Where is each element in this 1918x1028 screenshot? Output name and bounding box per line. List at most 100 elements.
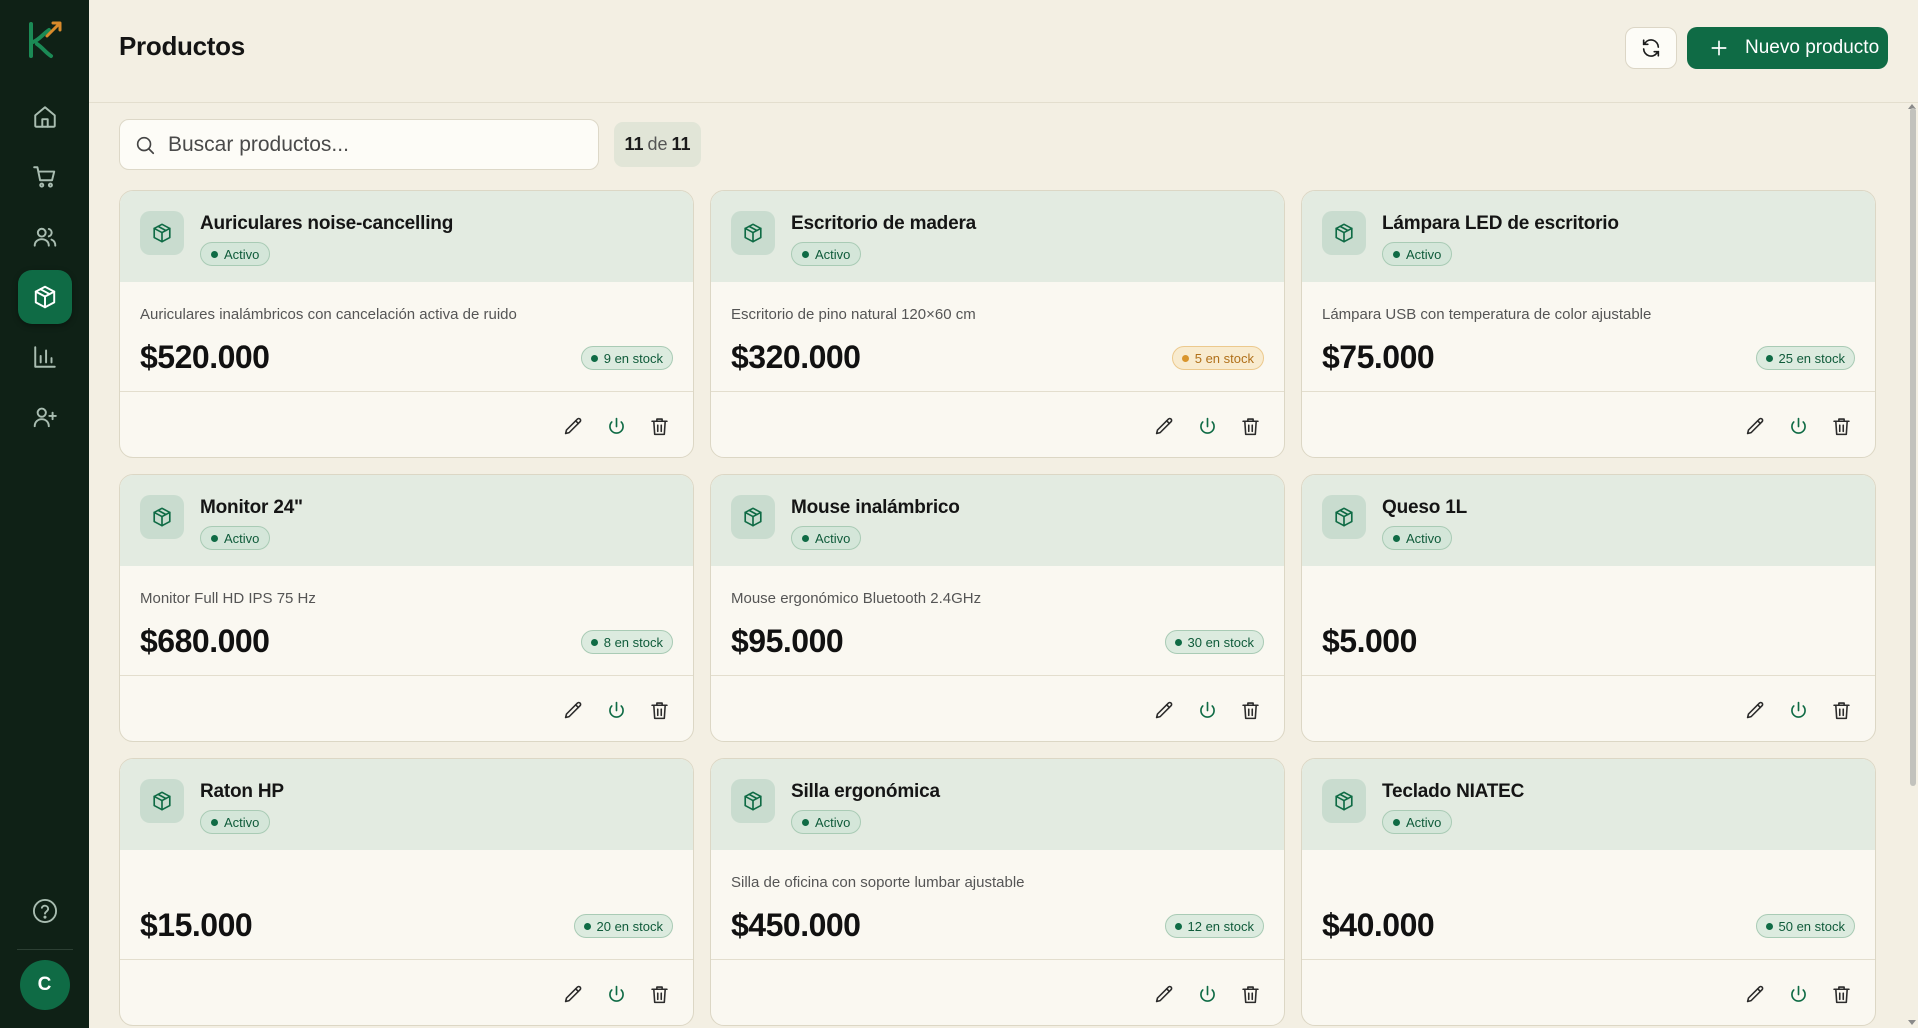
delete-button[interactable] xyxy=(1239,415,1262,438)
product-icon-tile xyxy=(1322,495,1366,539)
toggle-active-button[interactable] xyxy=(605,699,628,722)
status-dot xyxy=(802,534,809,542)
pencil-icon xyxy=(564,701,582,719)
sidebar-item-add-user[interactable] xyxy=(18,390,72,444)
product-card: Escritorio de madera Activo Escritorio d… xyxy=(710,190,1285,458)
scroll-down-arrow[interactable] xyxy=(1908,1020,1916,1025)
box-icon xyxy=(153,507,171,527)
status-dot xyxy=(1393,534,1400,542)
delete-button[interactable] xyxy=(1239,699,1262,722)
card-actions xyxy=(562,699,671,722)
edit-button[interactable] xyxy=(562,699,585,722)
delete-button[interactable] xyxy=(1830,699,1853,722)
power-icon xyxy=(1791,417,1806,434)
power-icon xyxy=(609,417,624,434)
stock-label: 20 en stock xyxy=(596,918,664,934)
count-separator: de xyxy=(647,134,668,154)
status-label: Activo xyxy=(224,246,260,262)
product-icon-tile xyxy=(731,495,775,539)
edit-button[interactable] xyxy=(1153,415,1176,438)
power-icon xyxy=(1791,985,1806,1002)
box-icon xyxy=(744,791,762,811)
power-icon xyxy=(1200,701,1215,718)
status-label: Activo xyxy=(815,530,851,546)
product-description: Lámpara USB con temperatura de color aju… xyxy=(1322,306,1652,323)
product-icon-tile xyxy=(1322,211,1366,255)
stock-badge: 5 en stock xyxy=(1171,346,1264,370)
stock-label: 25 en stock xyxy=(1778,350,1846,366)
toggle-active-button[interactable] xyxy=(1787,699,1810,722)
stock-badge: 12 en stock xyxy=(1164,914,1264,938)
avatar[interactable]: C xyxy=(19,960,70,1010)
delete-button[interactable] xyxy=(648,983,671,1006)
delete-button[interactable] xyxy=(648,699,671,722)
toggle-active-button[interactable] xyxy=(1196,983,1219,1006)
edit-button[interactable] xyxy=(1744,699,1767,722)
trash-icon xyxy=(1242,418,1259,436)
edit-button[interactable] xyxy=(562,983,585,1006)
status-badge: Activo xyxy=(791,526,862,550)
status-badge: Activo xyxy=(1382,810,1453,834)
product-card: Queso 1L Activo $5.000 xyxy=(1301,474,1876,742)
stock-dot xyxy=(1174,638,1182,646)
card-divider xyxy=(711,675,1284,676)
product-card-header: Escritorio de madera Activo xyxy=(711,191,1284,282)
sidebar-item-reports[interactable] xyxy=(18,330,72,384)
plus-icon xyxy=(1711,40,1727,56)
power-icon xyxy=(609,985,624,1002)
toggle-active-button[interactable] xyxy=(605,415,628,438)
edit-button[interactable] xyxy=(1153,983,1176,1006)
edit-button[interactable] xyxy=(1153,699,1176,722)
product-description: Mouse ergonómico Bluetooth 2.4GHz xyxy=(731,590,982,607)
toggle-active-button[interactable] xyxy=(1196,699,1219,722)
toggle-active-button[interactable] xyxy=(1787,415,1810,438)
pencil-icon xyxy=(564,985,582,1003)
help-icon xyxy=(32,898,57,924)
stock-label: 12 en stock xyxy=(1187,918,1255,934)
product-price: $95.000 xyxy=(731,623,844,659)
power-icon xyxy=(1200,985,1215,1002)
card-divider xyxy=(711,391,1284,392)
search-box[interactable] xyxy=(119,119,599,170)
edit-button[interactable] xyxy=(1744,983,1767,1006)
delete-button[interactable] xyxy=(1830,983,1853,1006)
status-badge: Activo xyxy=(791,242,862,266)
app-logo[interactable] xyxy=(23,18,67,62)
product-name: Monitor 24" xyxy=(200,497,303,518)
status-dot xyxy=(1393,250,1400,258)
product-price: $680.000 xyxy=(140,623,270,659)
toggle-active-button[interactable] xyxy=(1787,983,1810,1006)
edit-button[interactable] xyxy=(562,415,585,438)
card-divider xyxy=(1302,959,1875,960)
sidebar-item-customers[interactable] xyxy=(18,210,72,264)
sidebar-item-products[interactable] xyxy=(17,270,72,324)
new-product-button[interactable]: Nuevo producto xyxy=(1687,27,1888,69)
card-actions xyxy=(1153,415,1262,438)
product-description: Auriculares inalámbricos con cancelación… xyxy=(140,306,517,323)
refresh-button[interactable] xyxy=(1625,27,1677,69)
pencil-icon xyxy=(1746,701,1764,719)
avatar-initial: C xyxy=(37,974,52,995)
status-badge: Activo xyxy=(791,810,862,834)
product-card-header: Mouse inalámbrico Activo xyxy=(711,475,1284,566)
delete-button[interactable] xyxy=(1830,415,1853,438)
stock-dot xyxy=(1174,922,1182,930)
toggle-active-button[interactable] xyxy=(605,983,628,1006)
help-button[interactable] xyxy=(25,891,65,931)
status-badge: Activo xyxy=(200,526,271,550)
stock-dot xyxy=(590,638,598,646)
trash-icon xyxy=(651,418,668,436)
scrollbar-thumb[interactable] xyxy=(1910,108,1916,786)
status-badge: Activo xyxy=(200,810,271,834)
sidebar-item-orders[interactable] xyxy=(18,150,72,204)
sidebar-item-home[interactable] xyxy=(18,90,72,144)
delete-button[interactable] xyxy=(648,415,671,438)
toggle-active-button[interactable] xyxy=(1196,415,1219,438)
page-title: Productos xyxy=(119,31,245,61)
delete-button[interactable] xyxy=(1239,983,1262,1006)
power-icon xyxy=(609,701,624,718)
edit-button[interactable] xyxy=(1744,415,1767,438)
search-input[interactable] xyxy=(168,132,568,157)
product-name: Auriculares noise-cancelling xyxy=(200,213,454,234)
stock-label: 8 en stock xyxy=(603,634,663,650)
